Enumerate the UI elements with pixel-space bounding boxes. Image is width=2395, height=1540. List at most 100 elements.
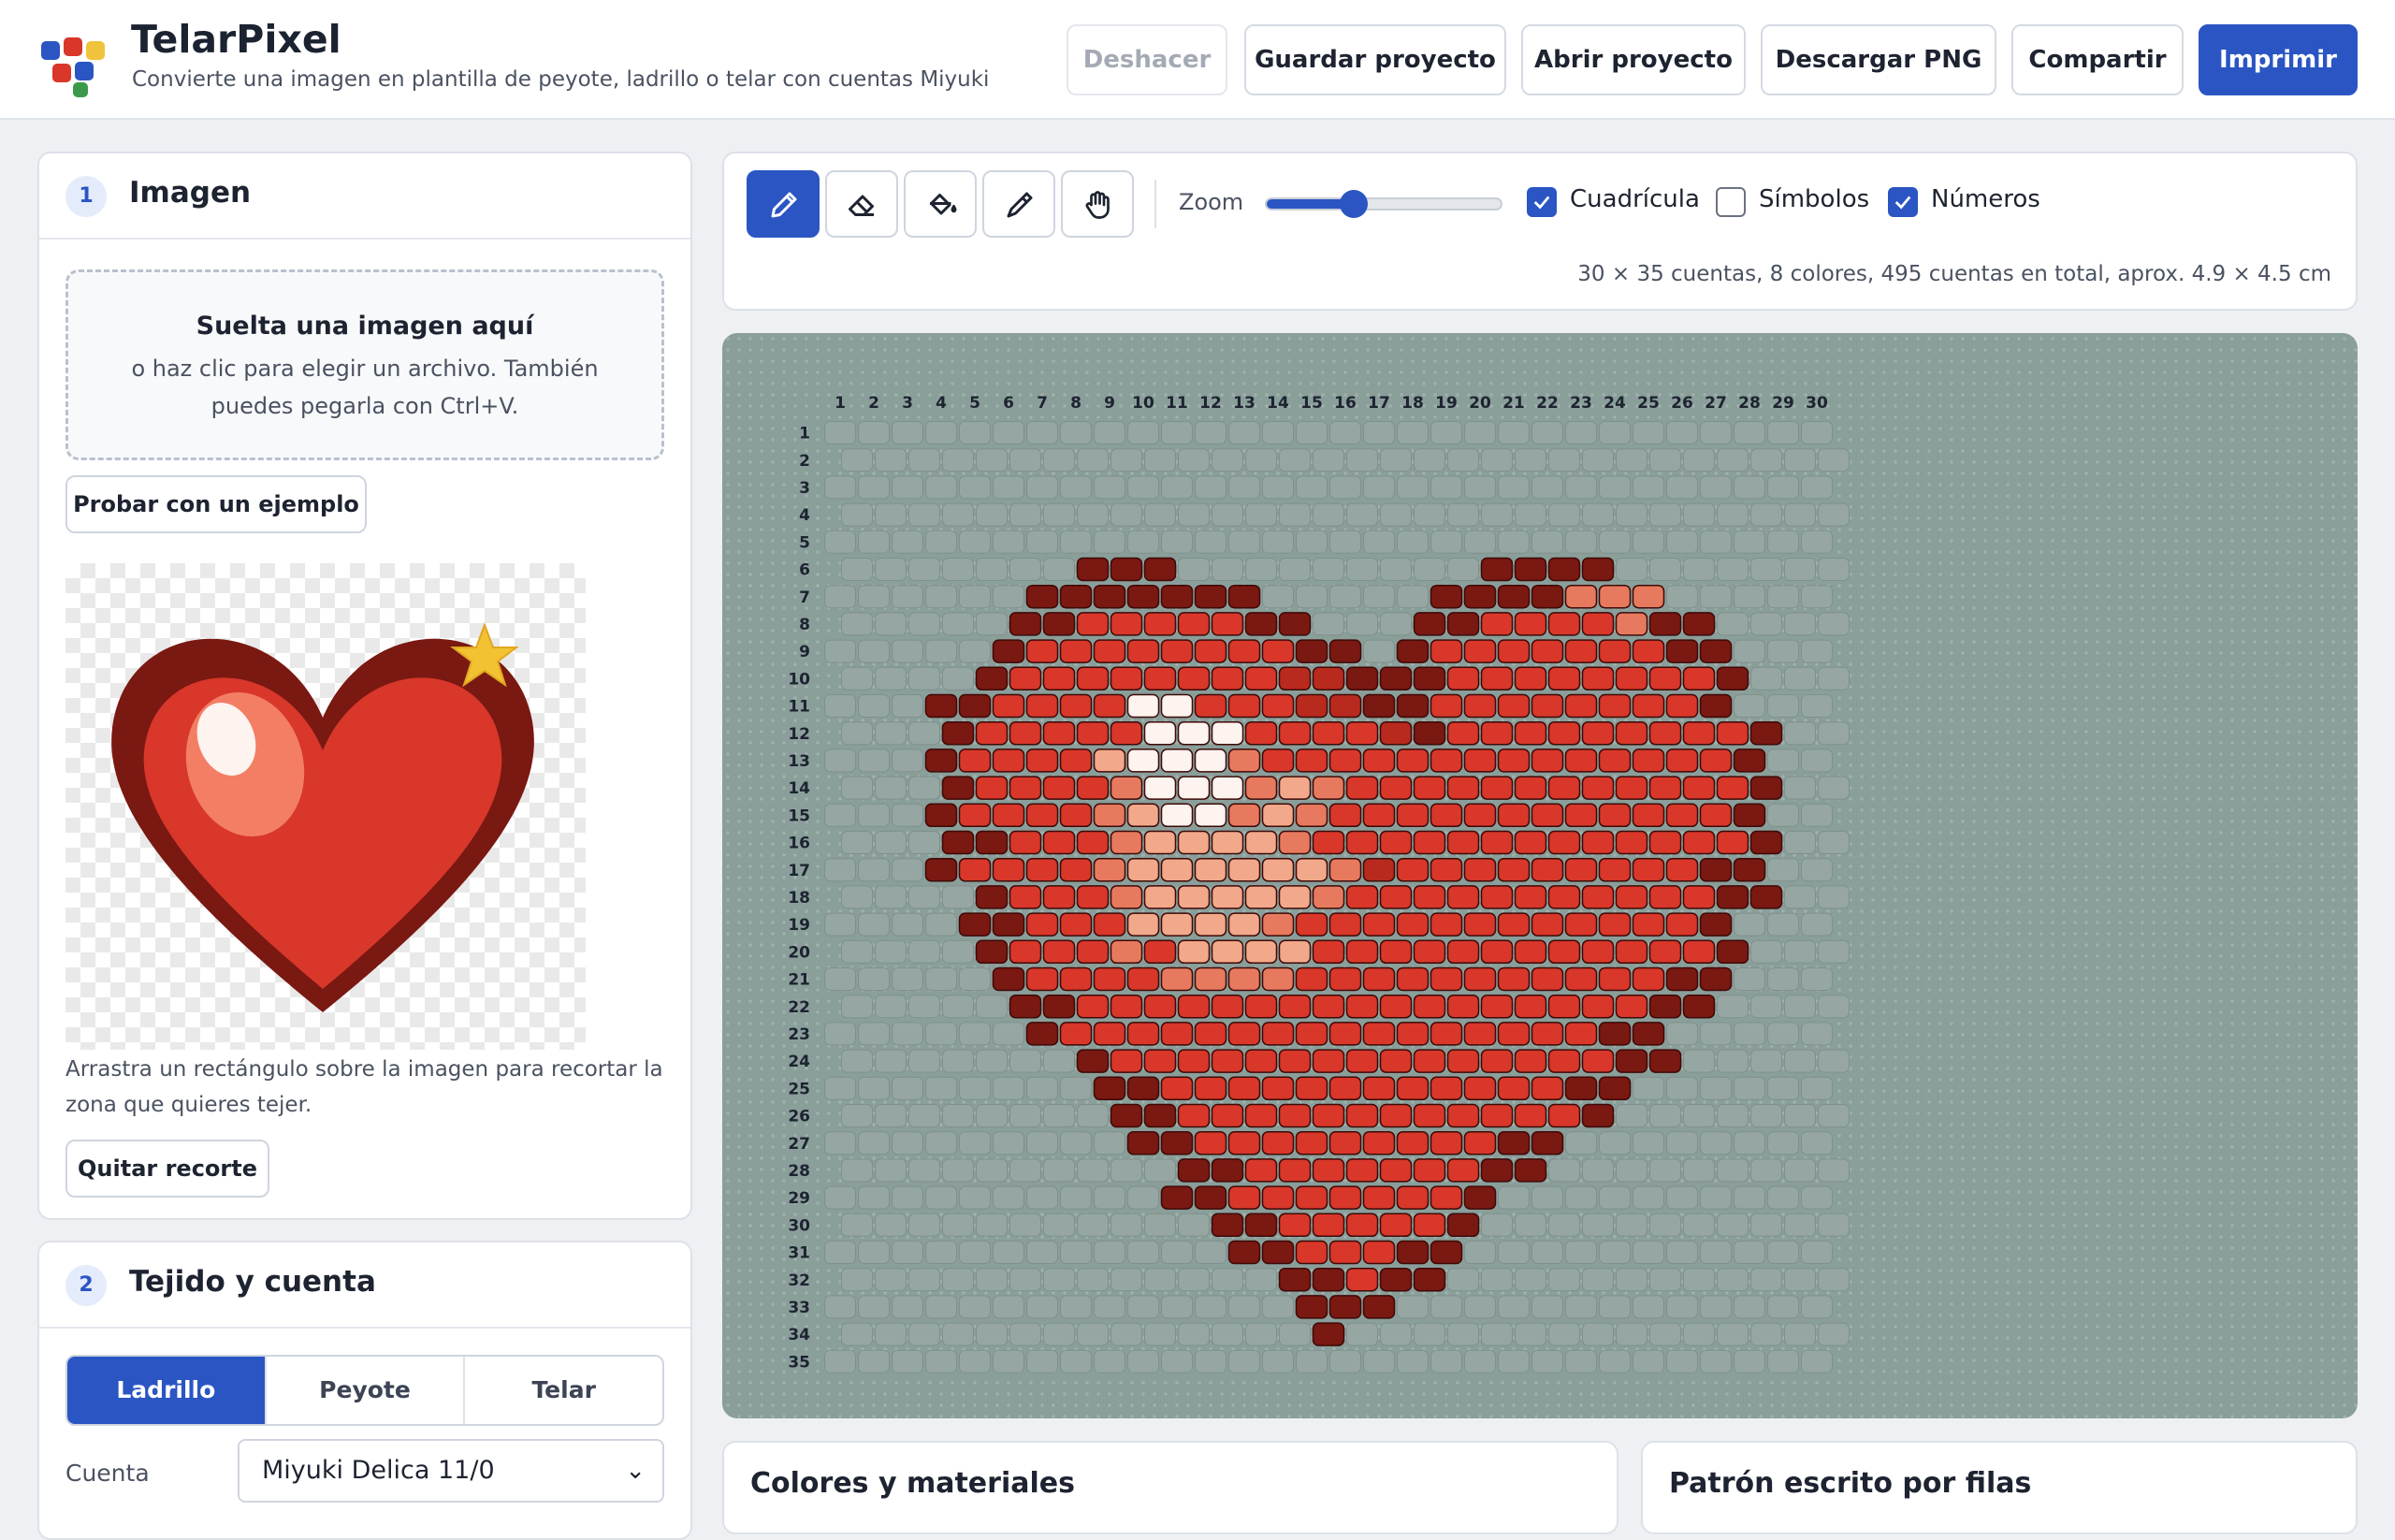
bead[interactable] xyxy=(1379,720,1413,746)
empty-bead-cell[interactable] xyxy=(824,1076,856,1100)
empty-bead-cell[interactable] xyxy=(1178,448,1210,472)
bead[interactable] xyxy=(1177,1158,1211,1183)
undo-button[interactable]: Deshacer xyxy=(1067,24,1227,95)
empty-bead-cell[interactable] xyxy=(1750,1104,1782,1127)
empty-bead-cell[interactable] xyxy=(858,585,890,609)
empty-bead-cell[interactable] xyxy=(993,475,1024,500)
empty-bead-cell[interactable] xyxy=(1633,530,1664,554)
empty-bead-cell[interactable] xyxy=(1717,448,1749,472)
bead[interactable] xyxy=(1025,639,1059,663)
bead-grid[interactable]: 1 2 3 4 5 6 7 8 9 10 11 12 13 14 15 16 17 18 19 20 21 22 23 24 2… xyxy=(722,333,2358,1418)
bead[interactable] xyxy=(1379,994,1413,1019)
bead[interactable] xyxy=(1345,939,1379,965)
empty-bead-cell[interactable] xyxy=(1767,748,1799,773)
empty-bead-cell[interactable] xyxy=(1734,475,1765,500)
empty-bead-cell[interactable] xyxy=(875,1322,907,1346)
empty-bead-cell[interactable] xyxy=(1616,448,1647,472)
bead[interactable] xyxy=(1547,1049,1581,1073)
empty-bead-cell[interactable] xyxy=(1548,502,1580,527)
empty-bead-cell[interactable] xyxy=(1801,1131,1833,1155)
bead[interactable] xyxy=(1295,1076,1328,1101)
bead[interactable] xyxy=(1547,666,1581,691)
empty-bead-cell[interactable] xyxy=(1767,858,1799,882)
bead[interactable] xyxy=(1328,966,1362,992)
empty-bead-cell[interactable] xyxy=(824,530,856,554)
bead[interactable] xyxy=(1278,776,1312,800)
bead[interactable] xyxy=(1682,666,1716,691)
bead[interactable] xyxy=(1143,939,1177,965)
bead[interactable] xyxy=(1194,748,1227,773)
empty-bead-cell[interactable] xyxy=(1026,530,1058,554)
empty-bead-cell[interactable] xyxy=(1212,1322,1243,1346)
empty-bead-cell[interactable] xyxy=(1582,1213,1614,1237)
bead[interactable] xyxy=(1362,966,1396,992)
empty-bead-cell[interactable] xyxy=(1363,421,1395,444)
bead[interactable] xyxy=(1514,830,1547,855)
bead[interactable] xyxy=(1379,830,1413,855)
bead[interactable] xyxy=(1531,857,1564,882)
bead[interactable] xyxy=(1749,720,1783,746)
stitch-option-telar[interactable]: Telar xyxy=(463,1357,662,1424)
bead[interactable] xyxy=(1093,748,1126,773)
bead[interactable] xyxy=(1430,857,1463,882)
empty-bead-cell[interactable] xyxy=(976,1104,1008,1127)
empty-bead-cell[interactable] xyxy=(875,612,907,636)
bead[interactable] xyxy=(1682,885,1716,909)
empty-bead-cell[interactable] xyxy=(1363,585,1395,609)
bead[interactable] xyxy=(1581,720,1615,746)
empty-bead-cell[interactable] xyxy=(1127,530,1159,554)
empty-bead-cell[interactable] xyxy=(841,1322,873,1346)
empty-bead-cell[interactable] xyxy=(1683,448,1715,472)
empty-bead-cell[interactable] xyxy=(1531,421,1563,444)
empty-bead-cell[interactable] xyxy=(1784,1213,1816,1237)
empty-bead-cell[interactable] xyxy=(1683,1213,1715,1237)
bead[interactable] xyxy=(1430,693,1463,719)
empty-bead-cell[interactable] xyxy=(976,502,1008,527)
empty-bead-cell[interactable] xyxy=(1296,530,1328,554)
empty-bead-cell[interactable] xyxy=(1734,1131,1765,1155)
empty-bead-cell[interactable] xyxy=(1346,1322,1378,1346)
empty-bead-cell[interactable] xyxy=(1734,967,1765,991)
bead[interactable] xyxy=(1598,1022,1632,1046)
empty-bead-cell[interactable] xyxy=(959,639,991,663)
empty-bead-cell[interactable] xyxy=(892,475,923,500)
empty-bead-cell[interactable] xyxy=(1548,1322,1580,1346)
empty-bead-cell[interactable] xyxy=(1346,448,1378,472)
empty-bead-cell[interactable] xyxy=(1801,912,1833,937)
empty-bead-cell[interactable] xyxy=(875,1049,907,1073)
bead[interactable] xyxy=(1514,776,1547,800)
bead[interactable] xyxy=(1076,612,1110,636)
bead[interactable] xyxy=(1699,857,1733,882)
empty-bead-cell[interactable] xyxy=(1178,1268,1210,1292)
bead[interactable] xyxy=(1430,1240,1463,1265)
bead[interactable] xyxy=(1143,612,1177,636)
empty-bead-cell[interactable] xyxy=(1498,421,1530,444)
bead[interactable] xyxy=(1480,612,1514,636)
bead[interactable] xyxy=(1261,1185,1295,1210)
empty-bead-cell[interactable] xyxy=(824,1022,856,1046)
bead[interactable] xyxy=(1295,912,1328,937)
pattern-canvas[interactable]: 1 2 3 4 5 6 7 8 9 10 11 12 13 14 15 16 17 18 19 20 21 22 23 24 2… xyxy=(722,333,2358,1418)
empty-bead-cell[interactable] xyxy=(1515,1213,1546,1237)
empty-bead-cell[interactable] xyxy=(1144,1213,1176,1237)
empty-bead-cell[interactable] xyxy=(892,585,923,609)
empty-bead-cell[interactable] xyxy=(824,803,856,827)
bead[interactable] xyxy=(1430,1185,1463,1210)
bead[interactable] xyxy=(1278,666,1312,691)
bead[interactable] xyxy=(1446,830,1480,855)
empty-bead-cell[interactable] xyxy=(1700,585,1732,609)
empty-bead-cell[interactable] xyxy=(892,858,923,882)
share-button[interactable]: Compartir xyxy=(2011,24,2184,95)
bead[interactable] xyxy=(1076,1049,1110,1073)
bead[interactable] xyxy=(1413,939,1446,965)
empty-bead-cell[interactable] xyxy=(959,421,991,444)
bead[interactable] xyxy=(1463,857,1497,882)
empty-bead-cell[interactable] xyxy=(1077,1322,1109,1346)
empty-bead-cell[interactable] xyxy=(1161,1349,1193,1373)
empty-bead-cell[interactable] xyxy=(908,885,940,909)
bead[interactable] xyxy=(1042,666,1076,691)
empty-bead-cell[interactable] xyxy=(892,803,923,827)
bead[interactable] xyxy=(1480,776,1514,800)
bead[interactable] xyxy=(1194,1130,1227,1155)
empty-bead-cell[interactable] xyxy=(841,1049,873,1073)
